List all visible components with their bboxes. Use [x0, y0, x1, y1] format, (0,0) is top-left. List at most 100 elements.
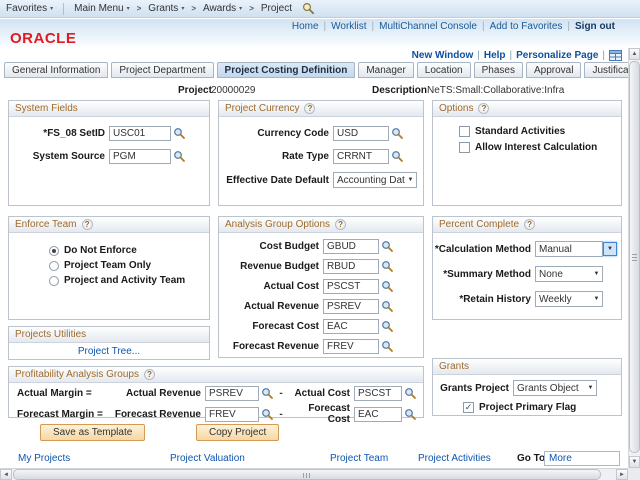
help-icon[interactable]: ?: [524, 219, 535, 230]
search-icon[interactable]: [302, 2, 315, 15]
horizontal-scrollbar-thumb[interactable]: [13, 469, 601, 480]
lookup-icon[interactable]: [391, 150, 404, 163]
forecast-cost-input[interactable]: EAC: [323, 319, 379, 334]
actual-revenue-input[interactable]: PSREV: [205, 386, 259, 401]
lookup-icon[interactable]: [381, 320, 394, 333]
retain-history-select[interactable]: Weekly ▼: [535, 291, 603, 307]
tab-location[interactable]: Location: [417, 62, 471, 78]
forecast-revenue-input[interactable]: FREV: [323, 339, 379, 354]
lookup-icon[interactable]: [404, 408, 417, 421]
link-add-to-favorites[interactable]: Add to Favorites: [490, 21, 563, 32]
personalize-layout-grid-icon[interactable]: [609, 50, 622, 61]
grants-project-select[interactable]: Grants Object ▼: [513, 380, 597, 396]
new-window-link[interactable]: New Window: [412, 50, 474, 61]
project-and-activity-team-radio[interactable]: [49, 276, 59, 286]
lookup-icon[interactable]: [173, 127, 186, 140]
forecast-cost-input[interactable]: EAC: [354, 407, 402, 422]
horizontal-scrollbar[interactable]: ◄ ►: [0, 468, 628, 480]
tab-general-information[interactable]: General Information: [4, 62, 108, 78]
options-groupbox: Options ? Standard Activities Allow Inte…: [432, 100, 622, 206]
system-source-label: System Source: [9, 151, 109, 162]
checkbox-row: Standard Activities: [459, 126, 621, 137]
lookup-icon[interactable]: [404, 387, 417, 400]
lookup-icon[interactable]: [381, 280, 394, 293]
link-home[interactable]: Home: [292, 21, 319, 32]
vertical-scrollbar-thumb[interactable]: [629, 61, 640, 453]
lookup-icon[interactable]: [381, 300, 394, 313]
tab-approval[interactable]: Approval: [526, 62, 581, 78]
lookup-icon[interactable]: [381, 260, 394, 273]
project-team-link[interactable]: Project Team: [330, 453, 388, 464]
lookup-icon[interactable]: [173, 150, 186, 163]
calculation-method-dropdown-button[interactable]: ▼: [603, 242, 617, 256]
project-activities-link[interactable]: Project Activities: [418, 453, 491, 464]
project-primary-flag-checkbox[interactable]: ✓: [463, 402, 474, 413]
actual-revenue-input[interactable]: PSREV: [323, 299, 379, 314]
actual-cost-input[interactable]: PSCST: [323, 279, 379, 294]
breadcrumb-awards[interactable]: Awards ▾: [197, 3, 248, 14]
scroll-down-arrow-icon[interactable]: ▼: [629, 456, 640, 468]
tab-project-department[interactable]: Project Department: [111, 62, 213, 78]
tab-phases[interactable]: Phases: [474, 62, 523, 78]
help-icon[interactable]: ?: [82, 219, 93, 230]
scroll-right-arrow-icon[interactable]: ►: [616, 469, 628, 480]
link-multichannel-console[interactable]: MultiChannel Console: [379, 21, 477, 32]
forecast-cost-label: Forecast Cost: [219, 321, 323, 332]
system-source-input[interactable]: PGM: [109, 149, 171, 164]
calculation-method-select[interactable]: Manual: [535, 241, 603, 257]
revenue-budget-input[interactable]: RBUD: [323, 259, 379, 274]
breadcrumb-project[interactable]: Project: [255, 3, 298, 14]
copy-project-button[interactable]: Copy Project: [196, 424, 279, 441]
scroll-up-arrow-icon[interactable]: ▲: [629, 48, 640, 60]
actual-cost-input[interactable]: PSCST: [354, 386, 402, 401]
goto-select[interactable]: More: [544, 451, 620, 466]
section-title: Percent Complete: [439, 219, 519, 230]
scroll-left-arrow-icon[interactable]: ◄: [0, 469, 12, 480]
lookup-icon[interactable]: [261, 408, 274, 421]
main-menu[interactable]: Main Menu ▾: [68, 3, 135, 14]
lookup-icon[interactable]: [391, 127, 404, 140]
favorites-menu[interactable]: Favorites ▾: [0, 3, 59, 14]
help-icon[interactable]: ?: [304, 103, 315, 114]
tab-project-costing-definition[interactable]: Project Costing Definition: [217, 62, 356, 78]
lookup-icon[interactable]: [381, 240, 394, 253]
field-row: Grants Project Grants Object ▼: [433, 380, 621, 396]
my-projects-link[interactable]: My Projects: [18, 453, 70, 464]
cost-budget-input[interactable]: GBUD: [323, 239, 379, 254]
fs08-setid-input[interactable]: USC01: [109, 126, 171, 141]
breadcrumb-grants[interactable]: Grants ▾: [142, 3, 190, 14]
link-worklist[interactable]: Worklist: [331, 21, 366, 32]
system-fields-header: System Fields: [9, 101, 209, 117]
forecast-revenue-input[interactable]: FREV: [205, 407, 259, 422]
help-icon[interactable]: ?: [335, 219, 346, 230]
tab-manager[interactable]: Manager: [358, 62, 413, 78]
sign-out-link[interactable]: Sign out: [575, 21, 615, 32]
tab-justification[interactable]: Justification: [584, 62, 628, 78]
actual-revenue-label: Actual Revenue: [113, 388, 205, 399]
project-team-only-radio[interactable]: [49, 261, 59, 271]
divider: |: [482, 21, 485, 32]
lookup-icon[interactable]: [381, 340, 394, 353]
lookup-icon[interactable]: [261, 387, 274, 400]
do-not-enforce-radio[interactable]: [49, 246, 59, 256]
help-icon[interactable]: ?: [144, 369, 155, 380]
rate-type-input[interactable]: CRRNT: [333, 149, 389, 164]
save-as-template-button[interactable]: Save as Template: [40, 424, 145, 441]
project-tree-link[interactable]: Project Tree...: [78, 346, 140, 357]
project-primary-flag-label: Project Primary Flag: [479, 402, 576, 413]
field-row: Cost Budget GBUD: [219, 239, 423, 254]
personalize-page-link[interactable]: Personalize Page: [516, 50, 598, 61]
allow-interest-calculation-checkbox[interactable]: [459, 142, 470, 153]
currency-code-input[interactable]: USD: [333, 126, 389, 141]
dropdown-arrow-icon: ▼: [591, 296, 602, 302]
summary-method-select[interactable]: None ▼: [535, 266, 603, 282]
field-row: Revenue Budget RBUD: [219, 259, 423, 274]
checkbox-row: Allow Interest Calculation: [459, 142, 621, 153]
standard-activities-checkbox[interactable]: [459, 126, 470, 137]
calculation-method-label: *Calculation Method: [433, 244, 535, 255]
help-link[interactable]: Help: [484, 50, 506, 61]
help-icon[interactable]: ?: [478, 103, 489, 114]
effective-date-default-select[interactable]: Accounting Date ▼: [333, 172, 417, 188]
vertical-scrollbar[interactable]: ▲ ▼: [628, 48, 640, 468]
project-valuation-link[interactable]: Project Valuation: [170, 453, 245, 464]
